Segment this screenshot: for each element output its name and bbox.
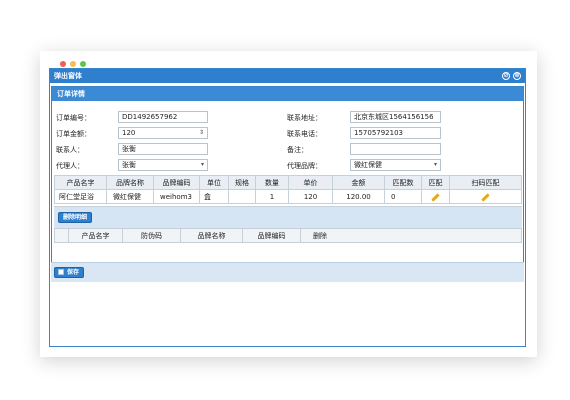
cell-product-name: 阿仁堂足浴 [54, 189, 107, 204]
panel-title: 订单详情 [52, 87, 523, 101]
cell-brand-code: weihom3 [153, 189, 200, 204]
phone-label: 联系电话： [287, 130, 322, 138]
col-unit: 单位 [199, 175, 229, 190]
detail-table: 产品名字 防伪码 品牌名称 品牌编码 删除 [54, 228, 522, 243]
scan-match-cell [449, 189, 522, 204]
cell-price: 120 [288, 189, 333, 204]
contact-label: 联系人： [56, 146, 84, 154]
close-icon[interactable]: ⊗ [513, 72, 521, 80]
table-row: 阿仁堂足浴 微红保健 weihom3 盒 1 120 120.00 0 [54, 189, 522, 204]
cell-amount: 120.00 [332, 189, 385, 204]
minimize-dot[interactable] [70, 61, 76, 67]
match-cell [421, 189, 450, 204]
agent-value: 张衡 [122, 161, 136, 169]
pencil-icon[interactable] [431, 192, 440, 202]
chevron-down-icon[interactable]: ▾ [434, 160, 437, 170]
brand-label: 代理品牌： [287, 162, 322, 170]
col-scan-match: 扫码匹配 [449, 175, 522, 190]
order-detail-panel: 订单详情 订单编号： DD1492657962 订单金额： 120 ⇕ 联系人：… [51, 86, 524, 264]
agent-label: 代理人： [56, 162, 84, 170]
col-brand-name: 品牌名称 [106, 175, 154, 190]
col-match-count: 匹配数 [384, 175, 422, 190]
maximize-dot[interactable] [80, 61, 86, 67]
save-bar: 保存 [51, 262, 524, 282]
amount-value: 120 [122, 129, 136, 137]
detail-toolbar: 删除明细 [54, 206, 522, 230]
order-no-field[interactable]: DD1492657962 [118, 111, 208, 123]
order-no-label: 订单编号： [56, 114, 91, 122]
agent-select[interactable]: 张衡 ▾ [118, 159, 208, 171]
address-label: 联系地址： [287, 114, 322, 122]
save-label: 保存 [67, 269, 80, 276]
amount-label: 订单金额： [56, 130, 91, 138]
col-product-name: 产品名字 [54, 175, 107, 190]
items-header-row: 产品名字 品牌名称 品牌编码 单位 规格 数量 单价 金额 匹配数 匹配 扫码匹… [54, 175, 522, 190]
remark-field[interactable] [350, 143, 441, 155]
remark-label: 备注： [287, 146, 308, 154]
col-brand-code: 品牌编码 [153, 175, 200, 190]
col-spec: 规格 [228, 175, 256, 190]
col-delete: 删除 [300, 228, 522, 243]
address-field[interactable]: 北京东城区1564156156 [350, 111, 441, 123]
col-qty: 数量 [255, 175, 289, 190]
cell-match-count: 0 [384, 189, 422, 204]
detail-header-row: 产品名字 防伪码 品牌名称 品牌编码 删除 [54, 228, 522, 243]
save-button[interactable]: 保存 [54, 267, 85, 278]
popup-window: 弹出窗体 ⊘ ⊗ 订单详情 订单编号： DD1492657962 订单金额： 1… [49, 68, 526, 347]
col-checkbox [54, 228, 69, 243]
delete-detail-button[interactable]: 删除明细 [58, 212, 93, 223]
title-bar: 弹出窗体 ⊘ ⊗ [50, 69, 525, 83]
brand-select[interactable]: 微红保健 ▾ [350, 159, 441, 171]
amount-stepper[interactable]: 120 ⇕ [118, 127, 208, 139]
col-detail-brand-name: 品牌名称 [180, 228, 243, 243]
contact-field[interactable]: 张衡 [118, 143, 208, 155]
stepper-icon[interactable]: ⇕ [199, 128, 204, 138]
floppy-disk-icon [58, 269, 64, 275]
cell-unit: 盒 [199, 189, 229, 204]
brand-value: 微红保健 [354, 161, 382, 169]
col-anti-fake-code: 防伪码 [122, 228, 181, 243]
col-amount: 金额 [332, 175, 385, 190]
col-detail-brand-code: 品牌编码 [242, 228, 301, 243]
pencil-icon[interactable] [481, 192, 490, 202]
close-dot[interactable] [60, 61, 66, 67]
col-price: 单价 [288, 175, 333, 190]
col-detail-product: 产品名字 [68, 228, 123, 243]
chevron-down-icon[interactable]: ▾ [201, 160, 204, 170]
phone-field[interactable]: 15705792103 [350, 127, 441, 139]
cell-spec [228, 189, 256, 204]
col-match: 匹配 [421, 175, 450, 190]
cell-brand-name: 微红保健 [106, 189, 154, 204]
cell-qty: 1 [255, 189, 289, 204]
minimize-icon[interactable]: ⊘ [502, 72, 510, 80]
items-table: 产品名字 品牌名称 品牌编码 单位 规格 数量 单价 金额 匹配数 匹配 扫码匹… [54, 175, 522, 204]
window-title: 弹出窗体 [54, 72, 82, 80]
